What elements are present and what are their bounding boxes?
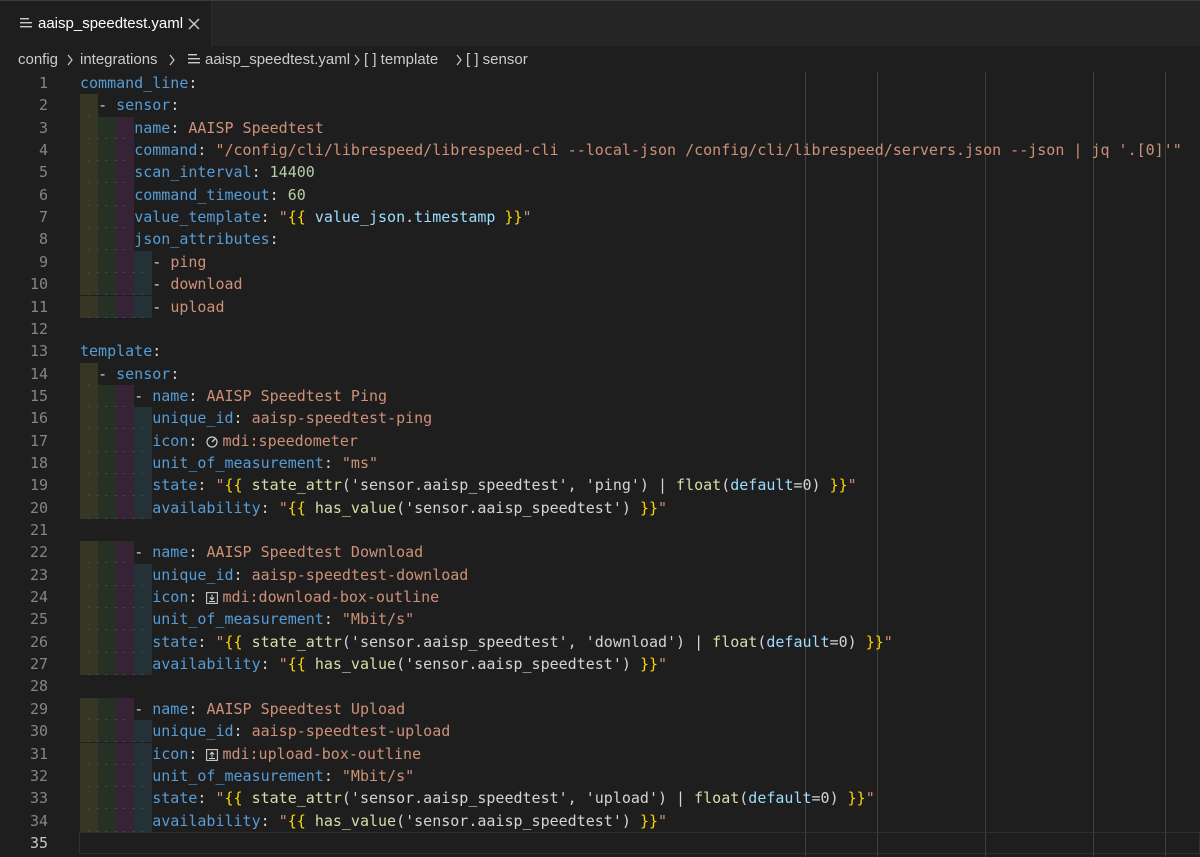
breadcrumb-item-file[interactable]: aaisp_speedtest.yaml xyxy=(205,51,350,68)
current-line-highlight xyxy=(79,831,1200,854)
vertical-ruler xyxy=(805,72,806,857)
breadcrumb-item-template[interactable]: [ ] template xyxy=(364,51,438,68)
line-number: 13 xyxy=(29,342,48,361)
code-line[interactable]: - name: AAISP Speedtest Upload xyxy=(80,698,405,720)
upload-box-outline-icon xyxy=(206,745,219,767)
tab-bar: aaisp_speedtest.yaml xyxy=(0,0,1200,47)
line-number: 12 xyxy=(29,319,48,338)
code-line[interactable]: template: xyxy=(80,340,161,362)
code-line[interactable]: unit_of_measurement: "ms" xyxy=(80,452,378,474)
line-number: 23 xyxy=(29,565,48,584)
line-number: 33 xyxy=(29,789,48,808)
line-number: 6 xyxy=(38,185,48,204)
line-number: 24 xyxy=(29,588,48,607)
code-line[interactable]: unique_id: aaisp-speedtest-ping xyxy=(80,407,432,429)
breadcrumb: config integrations aaisp_speedtest.yaml… xyxy=(0,46,1200,74)
code-line[interactable]: unit_of_measurement: "Mbit/s" xyxy=(80,608,414,630)
code-line[interactable]: unique_id: aaisp-speedtest-upload xyxy=(80,720,450,742)
line-number: 2 xyxy=(38,96,48,115)
vertical-ruler xyxy=(877,72,878,857)
line-number: 35 xyxy=(29,833,48,852)
line-number: 19 xyxy=(29,476,48,495)
chevron-right-icon xyxy=(455,53,463,70)
breadcrumb-item-integrations[interactable]: integrations xyxy=(80,51,158,68)
line-number: 28 xyxy=(29,677,48,696)
code-line[interactable]: state: "{{ state_attr('sensor.aaisp_spee… xyxy=(80,631,893,653)
code-line[interactable]: availability: "{{ has_value('sensor.aais… xyxy=(80,653,667,675)
code-line[interactable]: - name: AAISP Speedtest Ping xyxy=(80,385,387,407)
line-number: 21 xyxy=(29,521,48,539)
lines-file-icon xyxy=(188,52,200,69)
line-number: 32 xyxy=(29,766,48,785)
line-number: 15 xyxy=(29,386,48,405)
download-box-outline-icon xyxy=(206,588,219,610)
code-line[interactable]: - sensor: xyxy=(80,94,179,116)
line-number: 9 xyxy=(38,252,48,271)
speedometer-icon xyxy=(206,432,219,454)
line-number: 4 xyxy=(38,141,48,160)
code-line[interactable]: command_line: xyxy=(80,72,197,94)
breadcrumb-item-config[interactable]: config xyxy=(18,51,58,68)
line-number: 30 xyxy=(29,722,48,741)
close-icon[interactable] xyxy=(187,16,201,35)
code-line[interactable]: icon: mdi:upload-box-outline xyxy=(80,743,421,767)
breadcrumb-item-sensor[interactable]: [ ] sensor xyxy=(466,51,528,68)
code-line[interactable]: command: "/config/cli/librespeed/libresp… xyxy=(80,139,1182,161)
line-number: 10 xyxy=(29,275,48,294)
code-line[interactable]: unique_id: aaisp-speedtest-download xyxy=(80,564,468,586)
line-number: 16 xyxy=(29,409,48,428)
code-line[interactable]: state: "{{ state_attr('sensor.aaisp_spee… xyxy=(80,474,856,496)
chevron-right-icon xyxy=(66,53,74,70)
code-line[interactable]: - upload xyxy=(80,296,224,318)
chevron-right-icon xyxy=(168,53,176,70)
line-number: 22 xyxy=(29,543,48,562)
code-line[interactable]: - ping xyxy=(80,251,206,273)
code-line[interactable]: unit_of_measurement: "Mbit/s" xyxy=(80,765,414,787)
code-line[interactable]: scan_interval: 14400 xyxy=(80,161,315,183)
line-number: 7 xyxy=(38,208,48,227)
line-number: 18 xyxy=(29,453,48,472)
vertical-ruler xyxy=(1165,72,1166,857)
vertical-ruler xyxy=(1093,72,1094,857)
code-line[interactable]: state: "{{ state_attr('sensor.aaisp_spee… xyxy=(80,787,874,809)
tab-aaisp-speedtest[interactable]: aaisp_speedtest.yaml xyxy=(0,1,212,47)
line-number: 11 xyxy=(29,297,48,316)
code-line[interactable]: json_attributes: xyxy=(80,228,279,250)
line-number: 3 xyxy=(38,118,48,137)
line-number: 8 xyxy=(38,230,48,249)
line-number: 31 xyxy=(29,744,48,763)
code-line[interactable]: - download xyxy=(80,273,242,295)
lines-file-icon xyxy=(20,14,32,33)
code-line[interactable]: - sensor: xyxy=(80,363,179,385)
code-line[interactable]: value_template: "{{ value_json.timestamp… xyxy=(80,206,531,228)
line-number: 20 xyxy=(29,498,48,517)
vertical-ruler xyxy=(985,72,986,857)
line-number: 27 xyxy=(29,655,48,674)
code-line[interactable]: command_timeout: 60 xyxy=(80,184,306,206)
code-line[interactable]: icon: mdi:speedometer xyxy=(80,430,358,454)
line-number: 29 xyxy=(29,699,48,718)
line-number: 5 xyxy=(38,163,48,182)
code-line[interactable]: availability: "{{ has_value('sensor.aais… xyxy=(80,810,667,832)
tab-label: aaisp_speedtest.yaml xyxy=(38,15,184,32)
line-number: 26 xyxy=(29,632,48,651)
code-line[interactable]: name: AAISP Speedtest xyxy=(80,117,324,139)
line-number: 1 xyxy=(38,74,48,92)
line-number: 34 xyxy=(29,811,48,830)
line-number: 14 xyxy=(29,364,48,383)
code-line[interactable]: - name: AAISP Speedtest Download xyxy=(80,541,423,563)
line-number: 17 xyxy=(29,431,48,450)
code-editor[interactable]: 1 command_line: 2 - sensor: 3 name: AAISP S… xyxy=(0,72,1200,857)
code-line[interactable]: availability: "{{ has_value('sensor.aais… xyxy=(80,497,667,519)
line-number: 25 xyxy=(29,610,48,629)
code-line[interactable]: icon: mdi:download-box-outline xyxy=(80,586,439,610)
chevron-right-icon xyxy=(353,53,361,70)
